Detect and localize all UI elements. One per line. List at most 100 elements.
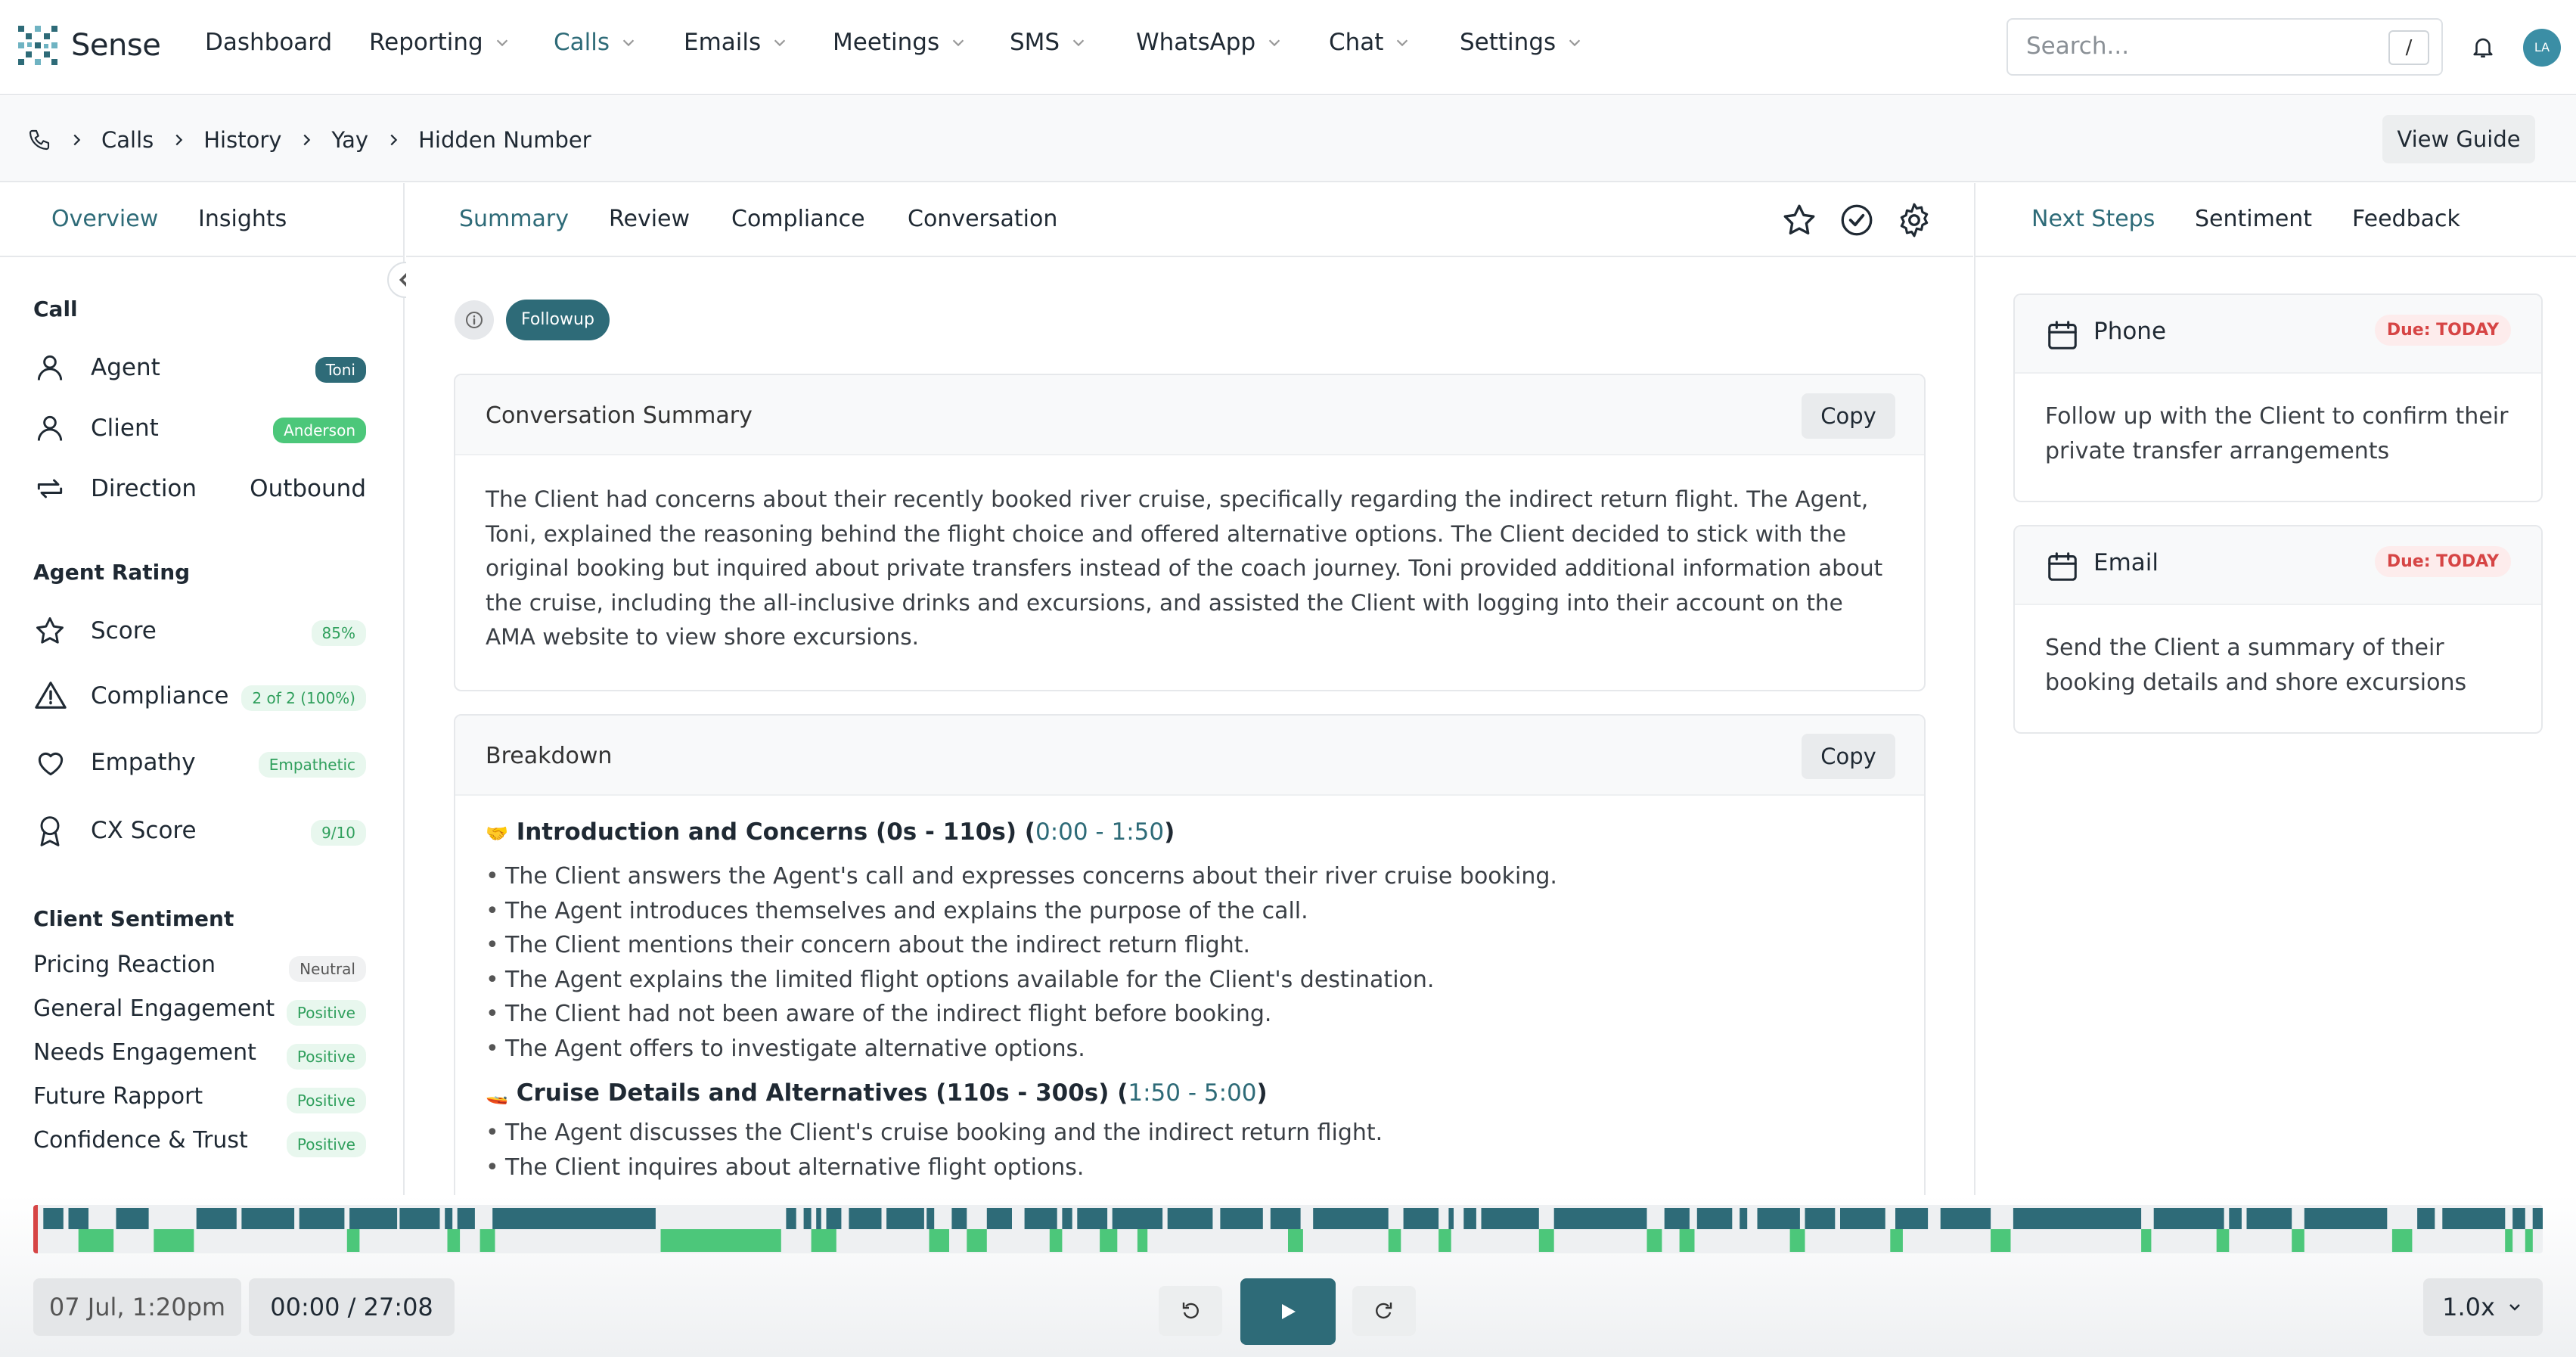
client-speech-segment[interactable]: [2141, 1229, 2152, 1252]
view-guide-button[interactable]: View Guide: [2382, 115, 2535, 163]
nav-chat[interactable]: Chat: [1329, 29, 1411, 56]
agent-speech-segment[interactable]: [1740, 1208, 1748, 1229]
next-step-card[interactable]: Email Due: TODAY Send the Client a summa…: [2013, 525, 2543, 734]
brand-logo[interactable]: Sense: [15, 23, 161, 68]
agent-speech-segment[interactable]: [241, 1208, 295, 1229]
client-speech-segment[interactable]: [480, 1229, 495, 1252]
nav-meetings[interactable]: Meetings: [833, 29, 967, 56]
agent-speech-segment[interactable]: [2512, 1208, 2525, 1229]
agent-speech-segment[interactable]: [1895, 1208, 1929, 1229]
client-speech-segment[interactable]: [1049, 1229, 1063, 1252]
agent-speech-segment[interactable]: [1220, 1208, 1263, 1229]
tab-conversation[interactable]: Conversation: [908, 206, 1057, 232]
agent-speech-segment[interactable]: [816, 1208, 821, 1229]
agent-speech-segment[interactable]: [1664, 1208, 1690, 1229]
client-speech-segment[interactable]: [1679, 1229, 1695, 1252]
agent-speech-segment[interactable]: [786, 1208, 796, 1229]
breadcrumb-calls[interactable]: Calls: [101, 127, 154, 153]
agent-speech-segment[interactable]: [2532, 1208, 2543, 1229]
agent-speech-segment[interactable]: [849, 1208, 882, 1229]
check-circle-icon[interactable]: [1838, 201, 1876, 239]
tab-overview[interactable]: Overview: [51, 206, 158, 232]
tab-review[interactable]: Review: [609, 206, 690, 232]
breadcrumb-yay[interactable]: Yay: [331, 127, 368, 153]
agent-speech-segment[interactable]: [1403, 1208, 1439, 1229]
agent-speech-segment[interactable]: [1313, 1208, 1389, 1229]
client-speech-segment[interactable]: [929, 1229, 950, 1252]
agent-speech-segment[interactable]: [2304, 1208, 2388, 1229]
tab-insights[interactable]: Insights: [198, 206, 287, 232]
star-icon[interactable]: [1780, 201, 1818, 239]
speaker-timeline[interactable]: [33, 1205, 2543, 1253]
client-speech-segment[interactable]: [1991, 1229, 2011, 1252]
agent-speech-segment[interactable]: [399, 1208, 440, 1229]
client-speech-segment[interactable]: [811, 1229, 836, 1252]
nav-sms[interactable]: SMS: [1010, 29, 1087, 56]
client-speech-segment[interactable]: [2216, 1229, 2230, 1252]
agent-speech-segment[interactable]: [299, 1208, 345, 1229]
agent-speech-segment[interactable]: [1270, 1208, 1301, 1229]
client-speech-segment[interactable]: [2525, 1229, 2533, 1252]
client-speech-segment[interactable]: [1439, 1229, 1451, 1252]
agent-speech-segment[interactable]: [1167, 1208, 1213, 1229]
agent-speech-segment[interactable]: [1840, 1208, 1885, 1229]
agent-speech-segment[interactable]: [349, 1208, 398, 1229]
rewind-button[interactable]: [1159, 1286, 1222, 1336]
nav-settings[interactable]: Settings: [1460, 29, 1583, 56]
agent-speech-segment[interactable]: [1696, 1208, 1733, 1229]
user-avatar[interactable]: LA: [2523, 29, 2561, 67]
agent-speech-segment[interactable]: [1077, 1208, 1108, 1229]
agent-speech-segment[interactable]: [2442, 1208, 2506, 1229]
client-speech-segment[interactable]: [2292, 1229, 2304, 1252]
agent-speech-segment[interactable]: [2246, 1208, 2292, 1229]
client-speech-segment[interactable]: [1137, 1229, 1148, 1252]
agent-speech-segment[interactable]: [196, 1208, 237, 1229]
client-speech-segment[interactable]: [1388, 1229, 1401, 1252]
agent-speech-segment[interactable]: [1463, 1208, 1476, 1229]
copy-breakdown-button[interactable]: Copy: [1802, 734, 1895, 779]
client-speech-segment[interactable]: [1538, 1229, 1554, 1252]
playback-speed-select[interactable]: 1.0x: [2423, 1278, 2543, 1336]
nav-reporting[interactable]: Reporting: [369, 29, 511, 56]
client-speech-segment[interactable]: [447, 1229, 461, 1252]
agent-speech-segment[interactable]: [986, 1208, 1012, 1229]
tab-compliance[interactable]: Compliance: [731, 206, 865, 232]
playhead-marker[interactable]: [33, 1205, 38, 1253]
forward-button[interactable]: [1352, 1286, 1416, 1336]
nav-dashboard[interactable]: Dashboard: [205, 29, 332, 56]
followup-tag[interactable]: Followup: [506, 300, 610, 340]
agent-speech-segment[interactable]: [803, 1208, 812, 1229]
breadcrumb-history[interactable]: History: [203, 127, 281, 153]
client-speech-segment[interactable]: [967, 1229, 987, 1252]
agent-speech-segment[interactable]: [1940, 1208, 1991, 1229]
play-button[interactable]: [1240, 1278, 1336, 1345]
agent-speech-segment[interactable]: [926, 1208, 935, 1229]
client-speech-segment[interactable]: [1100, 1229, 1118, 1252]
agent-speech-segment[interactable]: [2417, 1208, 2435, 1229]
client-speech-segment[interactable]: [346, 1229, 360, 1252]
info-icon[interactable]: [454, 300, 495, 340]
client-speech-segment[interactable]: [1288, 1229, 1303, 1252]
tab-sentiment[interactable]: Sentiment: [2195, 206, 2312, 232]
search-input[interactable]: [2026, 20, 2359, 73]
client-speech-segment[interactable]: [154, 1229, 194, 1252]
nav-emails[interactable]: Emails: [684, 29, 788, 56]
client-speech-segment[interactable]: [2391, 1229, 2413, 1252]
agent-speech-segment[interactable]: [445, 1208, 453, 1229]
agent-speech-segment[interactable]: [2153, 1208, 2224, 1229]
client-speech-segment[interactable]: [1789, 1229, 1805, 1252]
agent-speech-segment[interactable]: [826, 1208, 842, 1229]
tab-next-steps[interactable]: Next Steps: [2031, 206, 2155, 232]
next-step-card[interactable]: Phone Due: TODAY Follow up with the Clie…: [2013, 293, 2543, 502]
client-speech-segment[interactable]: [78, 1229, 114, 1252]
agent-speech-segment[interactable]: [1024, 1208, 1057, 1229]
gear-icon[interactable]: [1895, 201, 1933, 239]
client-speech-segment[interactable]: [1890, 1229, 1903, 1252]
agent-speech-segment[interactable]: [951, 1208, 967, 1229]
nav-whatsapp[interactable]: WhatsApp: [1136, 29, 1283, 56]
agent-speech-segment[interactable]: [1757, 1208, 1800, 1229]
client-speech-segment[interactable]: [660, 1229, 781, 1252]
agent-speech-segment[interactable]: [2229, 1208, 2242, 1229]
agent-speech-segment[interactable]: [1481, 1208, 1539, 1229]
section-timestamp-link[interactable]: 1:50 - 5:00: [1128, 1079, 1256, 1107]
